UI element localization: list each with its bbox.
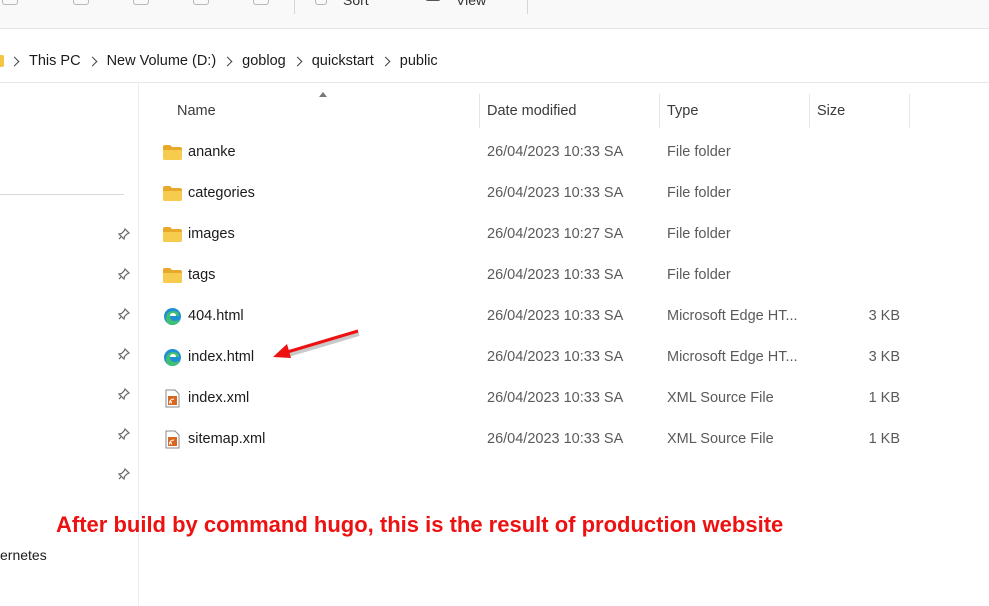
- sort-icon: [315, 0, 327, 5]
- view-label: View: [456, 0, 487, 8]
- file-name: sitemap.xml: [188, 431, 266, 447]
- nav-divider: [0, 194, 124, 195]
- file-row-index-html[interactable]: index.html 26/04/2023 10:33 SA Microsoft…: [139, 337, 919, 378]
- column-divider[interactable]: [659, 94, 660, 128]
- file-date: 26/04/2023 10:33 SA: [487, 144, 624, 160]
- file-date: 26/04/2023 10:33 SA: [487, 390, 624, 406]
- file-date: 26/04/2023 10:27 SA: [487, 226, 624, 242]
- file-row-tags[interactable]: tags 26/04/2023 10:33 SA File folder: [139, 255, 919, 296]
- file-size: 3 KB: [868, 349, 900, 365]
- column-header-type[interactable]: Type: [667, 94, 807, 128]
- file-type: File folder: [667, 185, 731, 201]
- breadcrumb-item-this-pc[interactable]: This PC: [29, 53, 81, 69]
- file-type: XML Source File: [667, 431, 774, 447]
- delete-icon[interactable]: [253, 0, 269, 5]
- chevron-right-icon[interactable]: [380, 56, 391, 66]
- column-header-name[interactable]: Name: [177, 94, 477, 128]
- chevron-right-icon[interactable]: [87, 56, 98, 66]
- file-type: XML Source File: [667, 390, 774, 406]
- file-date: 26/04/2023 10:33 SA: [487, 308, 624, 324]
- file-size: 3 KB: [868, 308, 900, 324]
- chevron-right-icon[interactable]: [9, 56, 20, 66]
- file-name: tags: [188, 267, 216, 283]
- xml-file-icon: [165, 430, 180, 449]
- file-name: ananke: [188, 144, 236, 160]
- file-size: [811, 132, 900, 173]
- file-row-404-html[interactable]: 404.html 26/04/2023 10:33 SA Microsoft E…: [139, 296, 919, 337]
- file-row-categories[interactable]: categories 26/04/2023 10:33 SA File fold…: [139, 173, 919, 214]
- column-divider[interactable]: [809, 94, 810, 128]
- command-bar: Sort View: [0, 0, 989, 29]
- pin-icon[interactable]: [118, 308, 130, 320]
- column-header-date-modified[interactable]: Date modified: [487, 94, 657, 128]
- breadcrumb-item-quickstart[interactable]: quickstart: [312, 53, 374, 69]
- file-type: File folder: [667, 267, 731, 283]
- edge-icon: [164, 308, 181, 325]
- file-name: index.xml: [188, 390, 250, 406]
- file-size: [811, 214, 900, 255]
- column-divider[interactable]: [909, 94, 910, 128]
- file-date: 26/04/2023 10:33 SA: [487, 349, 624, 365]
- pin-icon[interactable]: [118, 348, 130, 360]
- pin-icon[interactable]: [118, 388, 130, 400]
- file-row-index-xml[interactable]: index.xml 26/04/2023 10:33 SA XML Source…: [139, 378, 919, 419]
- annotation-caption: After build by command hugo, this is the…: [56, 512, 784, 537]
- file-date: 26/04/2023 10:33 SA: [487, 185, 624, 201]
- file-row-ananke[interactable]: ananke 26/04/2023 10:33 SA File folder: [139, 132, 919, 173]
- nav-item-label[interactable]: ernetes: [0, 547, 47, 563]
- pin-icon[interactable]: [118, 428, 130, 440]
- breadcrumb: This PC New Volume (D:) goblog quickstar…: [0, 51, 438, 71]
- folder-icon: [163, 227, 182, 242]
- column-header-size[interactable]: Size: [817, 94, 907, 128]
- pin-icon[interactable]: [118, 268, 130, 280]
- toolbar-divider: [527, 0, 528, 14]
- file-name: 404.html: [188, 308, 244, 324]
- column-header-row: Name Date modified Type Size: [139, 92, 919, 128]
- copy-icon[interactable]: [73, 0, 89, 5]
- file-row-images[interactable]: images 26/04/2023 10:27 SA File folder: [139, 214, 919, 255]
- column-divider[interactable]: [479, 94, 480, 128]
- view-icon: [425, 0, 441, 1]
- file-size: [811, 255, 900, 296]
- file-date: 26/04/2023 10:33 SA: [487, 431, 624, 447]
- file-type: File folder: [667, 144, 731, 160]
- paste-icon[interactable]: [133, 0, 149, 5]
- file-name: index.html: [188, 349, 255, 365]
- file-size: 1 KB: [868, 390, 900, 406]
- breadcrumb-item-new-volume[interactable]: New Volume (D:): [107, 53, 217, 69]
- file-type: File folder: [667, 226, 731, 242]
- file-date: 26/04/2023 10:33 SA: [487, 267, 624, 283]
- file-name: categories: [188, 185, 255, 201]
- folder-icon: [0, 55, 4, 67]
- rename-icon[interactable]: [193, 0, 209, 5]
- chevron-right-icon[interactable]: [222, 56, 233, 66]
- folder-icon: [163, 186, 182, 201]
- file-size: 1 KB: [868, 431, 900, 447]
- file-type: Microsoft Edge HT...: [667, 349, 798, 365]
- xml-file-icon: [165, 389, 180, 408]
- file-size: [811, 173, 900, 214]
- annotation-arrow: [273, 329, 360, 358]
- folder-icon: [163, 268, 182, 283]
- address-bar[interactable]: This PC New Volume (D:) goblog quickstar…: [0, 40, 989, 83]
- folder-icon: [163, 145, 182, 160]
- sort-label: Sort: [343, 0, 369, 8]
- toolbar-divider: [294, 0, 295, 14]
- new-folder-icon[interactable]: [2, 0, 18, 5]
- file-name: images: [188, 226, 235, 242]
- breadcrumb-item-goblog[interactable]: goblog: [242, 53, 286, 69]
- edge-icon: [164, 349, 181, 366]
- breadcrumb-item-public[interactable]: public: [400, 53, 438, 69]
- file-row-sitemap-xml[interactable]: sitemap.xml 26/04/2023 10:33 SA XML Sour…: [139, 419, 919, 460]
- pin-icon[interactable]: [118, 228, 130, 240]
- chevron-right-icon[interactable]: [292, 56, 303, 66]
- pin-icon[interactable]: [118, 468, 130, 480]
- file-type: Microsoft Edge HT...: [667, 308, 798, 324]
